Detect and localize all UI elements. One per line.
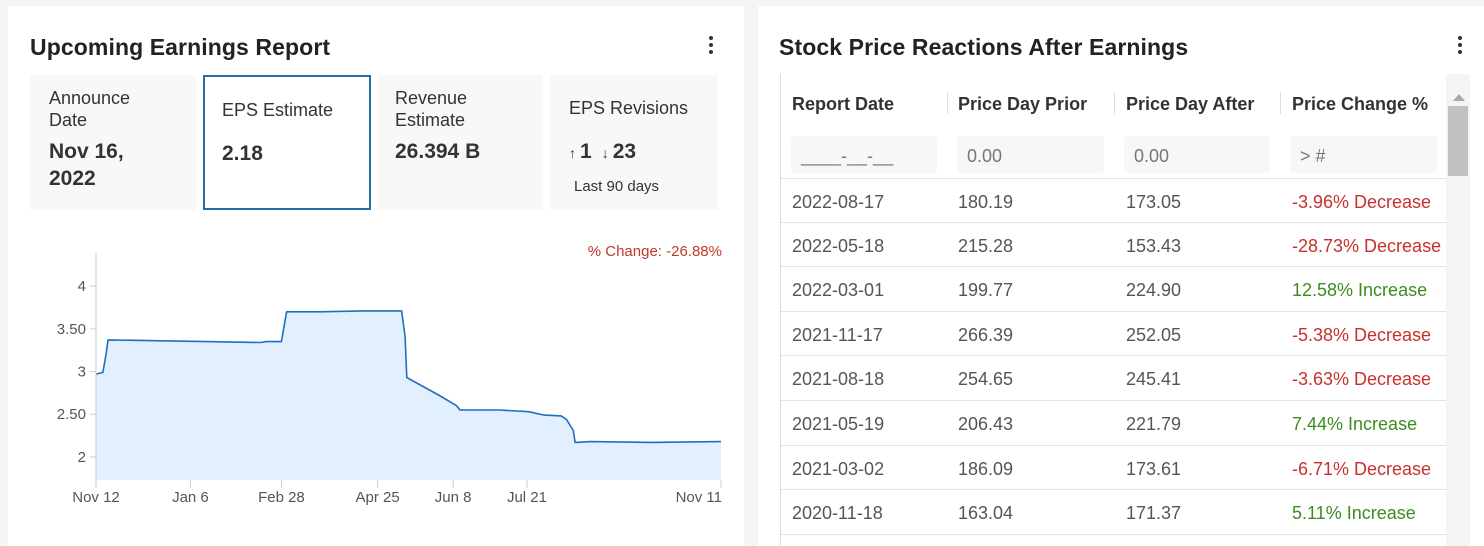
cell-price-change: 5.11% Increase: [1292, 503, 1416, 524]
scroll-up-arrow-icon[interactable]: [1453, 94, 1465, 101]
earnings-reactions-table: Report Date Price Day Prior Price Day Af…: [780, 74, 1470, 546]
filter-price-after-input[interactable]: 0.00: [1124, 136, 1270, 173]
table-row[interactable]: 2021-08-18 254.65 245.41 -3.63% Decrease: [781, 356, 1449, 401]
kebab-menu-icon[interactable]: [1453, 34, 1467, 56]
series-area-fill: [96, 310, 721, 480]
x-tick-label: Jul 21: [507, 489, 547, 506]
card-title: Stock Price Reactions After Earnings: [779, 34, 1189, 60]
cell-report-date: 2021-03-02: [792, 458, 885, 479]
cell-price-day-prior: 180.19: [958, 192, 1014, 212]
column-divider[interactable]: [1280, 92, 1281, 114]
filter-report-date-input[interactable]: ____-__-__: [791, 136, 937, 173]
column-divider[interactable]: [1114, 92, 1115, 114]
table-row[interactable]: 2021-03-02 186.09 173.61 -6.71% Decrease: [781, 446, 1449, 491]
column-header-price-day-after[interactable]: Price Day After: [1126, 94, 1254, 115]
column-header-report-date[interactable]: Report Date: [792, 94, 894, 115]
eps-estimate-chart[interactable]: 2 2.50 3 3.50 4 Nov 12 Jan 6 Feb 28 Apr 25 Jun 8 J…: [8, 6, 744, 540]
table-row[interactable]: 2022-05-18 215.28 153.43 -28.73% Decrease: [781, 223, 1449, 268]
table-scrollbar[interactable]: [1446, 74, 1470, 546]
cell-price-day-after: 173.05: [1126, 192, 1182, 212]
cell-price-change: 7.44% Increase: [1292, 414, 1418, 434]
cell-report-date: 2022-03-01: [792, 280, 885, 301]
cell-report-date: 2021-05-19: [792, 414, 885, 434]
cell-price-day-after: 252.05: [1126, 324, 1182, 345]
cell-price-day-prior: 215.28: [958, 235, 1014, 256]
filter-price-change-input[interactable]: > #: [1290, 136, 1437, 173]
upcoming-earnings-card: Upcoming Earnings Report Announce Date N…: [8, 6, 744, 546]
table-row[interactable]: 2022-03-01 199.77 224.90 12.58% Increase: [781, 267, 1449, 312]
x-tick-label: Feb 28: [258, 489, 305, 506]
table-row[interactable]: 2022-08-17 180.19 173.05 -3.96% Decrease: [781, 178, 1449, 223]
cell-price-change: -28.73% Decrease: [1292, 235, 1442, 256]
table-row[interactable]: 2021-11-17 266.39 252.05 -5.38% Decrease: [781, 312, 1449, 357]
column-divider[interactable]: [947, 92, 948, 114]
cell-report-date: 2020-11-18: [792, 503, 883, 524]
cell-price-day-prior: 163.04: [958, 503, 1014, 524]
column-header-price-change[interactable]: Price Change %: [1292, 94, 1428, 115]
cell-price-change: 12.58% Increase: [1292, 280, 1428, 301]
cell-price-day-after: 245.41: [1126, 369, 1182, 390]
cell-price-day-prior: 199.77: [958, 280, 1014, 301]
table-row[interactable]: 2021-05-19 206.43 221.79 7.44% Increase: [781, 401, 1449, 446]
y-tick-label: 2.50: [57, 406, 86, 423]
cell-price-day-after: 173.61: [1126, 458, 1182, 479]
x-tick-label: Nov 12: [72, 489, 120, 506]
scrollbar-thumb[interactable]: [1448, 106, 1468, 176]
cell-report-date: 2021-11-17: [792, 324, 883, 345]
cell-report-date: 2022-05-18: [792, 235, 885, 256]
x-tick-label: Nov 11: [676, 489, 722, 506]
y-tick-label: 2: [78, 449, 86, 466]
cell-report-date: 2022-08-17: [792, 192, 885, 212]
table-row[interactable]: 2020-11-18 163.04 171.37 5.11% Increase: [781, 490, 1449, 535]
cell-price-day-prior: 266.39: [958, 324, 1014, 345]
filter-price-prior-input[interactable]: 0.00: [957, 136, 1104, 173]
cell-price-change: -6.71% Decrease: [1292, 458, 1432, 479]
x-tick-label: Jun 8: [435, 489, 472, 506]
stock-price-reactions-card: Stock Price Reactions After Earnings Rep…: [758, 6, 1484, 546]
y-tick-label: 3: [78, 364, 86, 381]
cell-price-change: -3.63% Decrease: [1292, 369, 1432, 390]
column-header-price-day-prior[interactable]: Price Day Prior: [958, 94, 1087, 115]
y-tick-label: 4: [78, 278, 86, 295]
cell-price-day-after: 153.43: [1126, 235, 1182, 256]
cell-price-day-prior: 186.09: [958, 458, 1014, 479]
y-tick-label: 3.50: [57, 321, 86, 338]
cell-price-change: -3.96% Decrease: [1292, 192, 1432, 212]
cell-report-date: 2021-08-18: [792, 369, 885, 390]
x-tick-label: Apr 25: [355, 489, 399, 506]
cell-price-day-after: 171.37: [1126, 503, 1182, 524]
cell-price-day-prior: 254.65: [958, 369, 1014, 390]
x-tick-label: Jan 6: [172, 489, 209, 506]
cell-price-change: -5.38% Decrease: [1292, 324, 1432, 345]
cell-price-day-after: 221.79: [1126, 414, 1182, 434]
cell-price-day-after: 224.90: [1126, 280, 1182, 301]
cell-price-day-prior: 206.43: [958, 414, 1014, 434]
